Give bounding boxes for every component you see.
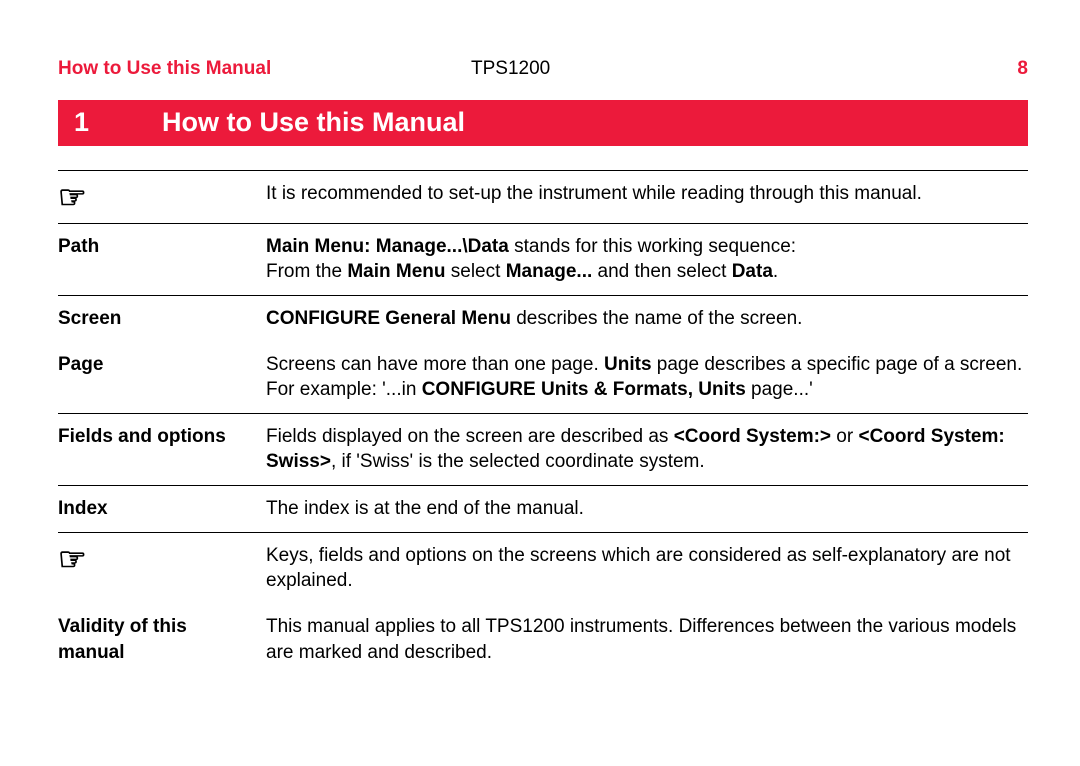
row-fields-options: Fields and options Fields displayed on t… <box>58 413 1028 485</box>
label-screen: Screen <box>58 306 266 332</box>
path-bold-sequence: Main Menu: Manage...\Data <box>266 236 509 257</box>
row-intro: ☞ It is recommended to set-up the instru… <box>58 170 1028 223</box>
row-page: Page Screens can have more than one page… <box>58 342 1028 413</box>
desc-index: The index is at the end of the manual. <box>266 496 1028 522</box>
row-path: Path Main Menu: Manage...\Data stands fo… <box>58 223 1028 295</box>
desc-path: Main Menu: Manage...\Data stands for thi… <box>266 234 1028 285</box>
page-header: How to Use this Manual TPS1200 8 <box>58 56 1028 82</box>
label-validity: Validity of this manual <box>58 614 266 665</box>
row-screen: Screen CONFIGURE General Menu describes … <box>58 295 1028 342</box>
header-product-name: TPS1200 <box>471 56 968 82</box>
chapter-heading: 1 How to Use this Manual <box>58 100 1028 146</box>
label-path: Path <box>58 234 266 285</box>
header-page-number: 8 <box>968 56 1028 82</box>
desc-validity: This manual applies to all TPS1200 instr… <box>266 614 1028 665</box>
document-page: How to Use this Manual TPS1200 8 1 How t… <box>0 0 1080 715</box>
row-validity: Validity of this manual This manual appl… <box>58 604 1028 675</box>
note2-text: Keys, fields and options on the screens … <box>266 543 1028 594</box>
desc-fields-options: Fields displayed on the screen are descr… <box>266 424 1028 475</box>
pointer-icon: ☞ <box>58 181 266 213</box>
label-page: Page <box>58 352 266 403</box>
desc-screen: CONFIGURE General Menu describes the nam… <box>266 306 1028 332</box>
desc-page: Screens can have more than one page. Uni… <box>266 352 1028 403</box>
pointer-icon: ☞ <box>58 543 266 594</box>
label-fields-options: Fields and options <box>58 424 266 475</box>
row-index: Index The index is at the end of the man… <box>58 485 1028 532</box>
row-note2: ☞ Keys, fields and options on the screen… <box>58 532 1028 604</box>
intro-text: It is recommended to set-up the instrume… <box>266 181 1028 213</box>
header-section-title: How to Use this Manual <box>58 56 471 82</box>
chapter-number: 1 <box>74 104 162 140</box>
chapter-title: How to Use this Manual <box>162 104 465 140</box>
label-index: Index <box>58 496 266 522</box>
